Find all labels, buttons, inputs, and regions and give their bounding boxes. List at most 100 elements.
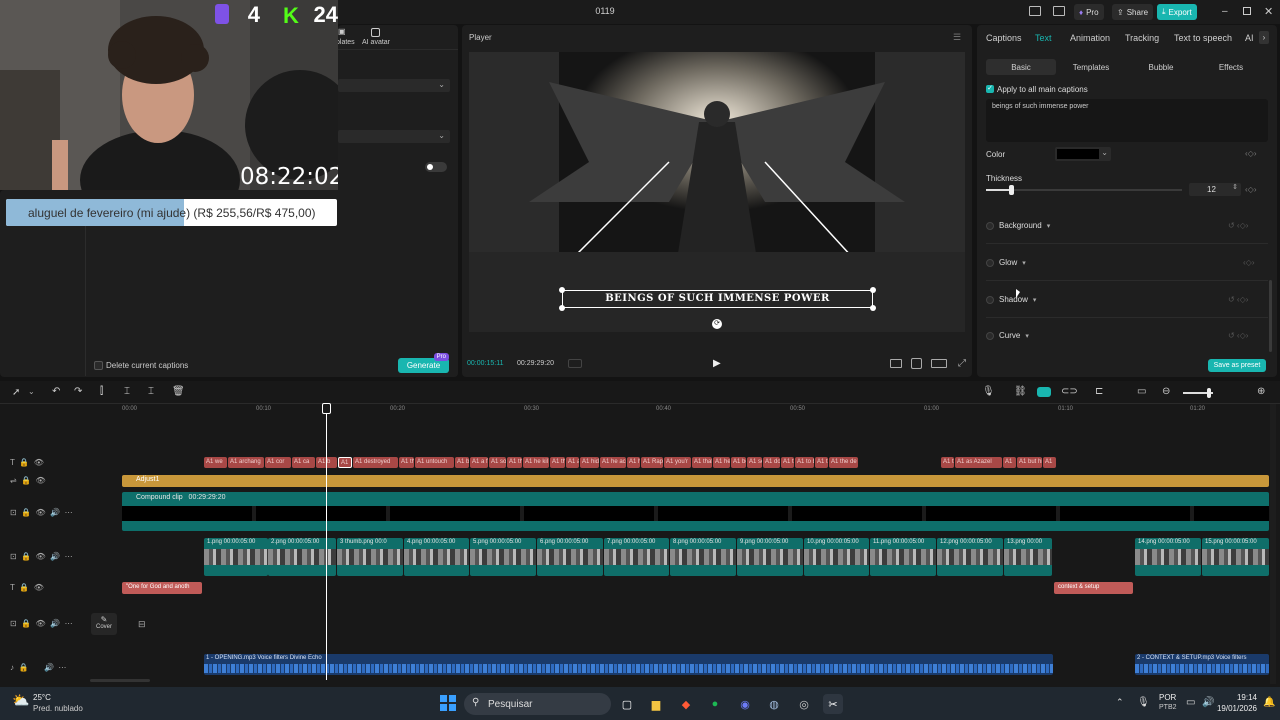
caption-clip[interactable]: A1 hid (580, 457, 599, 468)
network-icon[interactable]: ▭ (1186, 697, 1195, 708)
keyframe-icon[interactable]: ‹◇› (1243, 258, 1254, 267)
resize-handle[interactable] (559, 305, 565, 311)
shadow-checkbox[interactable] (986, 295, 994, 304)
caption-clip[interactable]: A1 untouch (415, 457, 454, 468)
close-icon[interactable]: ✕ (1264, 5, 1273, 18)
compound-track-controls[interactable]: ⊡ 🔒 👁 🔊 ⋯ (10, 508, 73, 517)
playhead[interactable] (322, 403, 331, 680)
timeline-scrollbar[interactable] (1270, 404, 1276, 684)
image-clip[interactable]: 6.png 00:00:05:00 (537, 538, 603, 576)
image-clip[interactable]: 12.png 00:00:05:00 (937, 538, 1003, 576)
cover-button[interactable]: ✎ Cover (91, 613, 117, 635)
caption-clip[interactable]: A1 a fi (470, 457, 488, 468)
image-clip[interactable]: 15.png 00:00:05:00 (1202, 538, 1269, 576)
caption-clip[interactable]: A1 th (815, 457, 828, 468)
glow-checkbox[interactable] (986, 258, 994, 267)
image-clip[interactable]: 11.png 00:00:05:00 (870, 538, 936, 576)
zoom-in-icon[interactable]: ⊕ (1257, 386, 1265, 397)
caption-clip[interactable]: A1 t (781, 457, 794, 468)
horizontal-scrollbar[interactable] (90, 679, 150, 682)
caption-clip[interactable]: A1 destroyed (353, 457, 398, 468)
caption-clip[interactable]: A1 (1043, 457, 1056, 468)
maximize-icon[interactable] (1243, 7, 1251, 15)
resize-handle[interactable] (870, 287, 876, 293)
link-icon[interactable]: ⛓ (1014, 386, 1027, 397)
curve-checkbox[interactable] (986, 331, 994, 340)
share-button[interactable]: ⇪ Share (1112, 4, 1154, 20)
player-menu-icon[interactable]: ☰ (953, 32, 961, 43)
tab-animation[interactable]: Animation (1070, 33, 1110, 43)
caption-clip[interactable]: A1 he acc (600, 457, 626, 468)
text-clip[interactable]: context & setup (1054, 582, 1133, 594)
generate-button[interactable]: Generate Pro (398, 353, 449, 373)
discord-icon[interactable]: ◉ (735, 694, 755, 714)
caption-clip[interactable]: A1 (1003, 457, 1016, 468)
fullres-icon[interactable] (890, 359, 902, 368)
image-clip[interactable]: 7.png 00:00:05:00 (604, 538, 669, 576)
audio-clip[interactable]: 1 - OPENING.mp3 Voice filters Divine Ech… (204, 654, 1053, 675)
caption-clip[interactable]: A1 we (204, 457, 227, 468)
image-clip[interactable]: 10.png 00:00:05:00 (804, 538, 869, 576)
apply-all-checkbox[interactable]: ✓ (986, 85, 994, 93)
compound-clip[interactable]: Compound clip 00:29:29:20 (122, 492, 1269, 531)
rotate-icon[interactable]: ⟳ (712, 319, 722, 329)
caption-track-icon[interactable]: ▭ (1137, 386, 1146, 397)
pro-badge[interactable]: ♦ Pro (1074, 4, 1104, 20)
section-shadow[interactable]: Shadow ▾ (986, 295, 1036, 304)
delete-icon[interactable]: 🗑 (172, 386, 185, 397)
caption-clip[interactable]: A1 the (507, 457, 522, 468)
taskbar-search[interactable]: ⚲ Pesquisar (464, 693, 611, 715)
reset-keyframe-icons[interactable]: ↺ ‹◇› (1228, 295, 1248, 304)
resize-handle[interactable] (559, 287, 565, 293)
image-clip[interactable]: 13.png 00:00 (1004, 538, 1052, 576)
color-picker[interactable]: ⌄ (1055, 147, 1111, 161)
image-clip[interactable]: 5.png 00:00:05:00 (470, 538, 536, 576)
caption-clip[interactable]: A1 as Azazel (955, 457, 1002, 468)
caption-clip[interactable]: A1 you'r (664, 457, 691, 468)
image-clip[interactable]: 9.png 00:00:05:00 (737, 538, 803, 576)
stepper-icon[interactable]: ⇕ (1232, 183, 1238, 191)
snapshot-icon[interactable] (911, 358, 922, 369)
caption-clip[interactable]: A1 Rap (641, 457, 663, 468)
undo-icon[interactable]: ↶ (52, 386, 60, 397)
microphone-tray-icon[interactable]: 🎙 (1137, 697, 1150, 708)
panel-scrollbar[interactable] (1269, 280, 1272, 352)
caption-clip[interactable]: A1 he b (713, 457, 730, 468)
adjust-track-controls[interactable]: ⇌ 🔒 👁 (10, 476, 46, 485)
subtab-basic[interactable]: Basic (986, 63, 1056, 72)
tab-tracking[interactable]: Tracking (1125, 33, 1159, 43)
select-tool-icon[interactable]: ➚ (12, 387, 20, 398)
panel-layout-icon[interactable] (1053, 6, 1065, 16)
zoom-slider[interactable] (1183, 388, 1213, 398)
split-right-icon[interactable]: ⌶ (148, 386, 154, 397)
steam-icon[interactable]: ◍ (764, 694, 784, 714)
tab-text[interactable]: Text (1035, 33, 1052, 43)
reset-keyframe-icons[interactable]: ↺ ‹◇› (1228, 331, 1248, 340)
thickness-input[interactable]: 12 ⇕ (1189, 183, 1241, 196)
tab-ai[interactable]: AI (1245, 33, 1254, 43)
caption-clip[interactable]: A1 th (399, 457, 414, 468)
caption-clip[interactable]: A1 he (627, 457, 640, 468)
section-background[interactable]: Background ▾ (986, 221, 1050, 230)
microphone-icon[interactable]: 🎙 (982, 386, 995, 397)
file-explorer-icon[interactable]: ▆ (646, 694, 666, 714)
split-left-icon[interactable]: ⌶ (124, 386, 130, 397)
resize-handle[interactable] (870, 305, 876, 311)
subtab-effects[interactable]: Effects (1198, 63, 1264, 72)
caption-clip[interactable]: A1 but hi (1017, 457, 1042, 468)
chevron-right-icon[interactable]: › (1259, 31, 1269, 44)
capcut-icon[interactable]: ✂ (823, 694, 843, 714)
image-track-controls[interactable]: ⊡ 🔒 👁 🔊 ⋯ (10, 552, 73, 561)
caption-clip[interactable]: A1 se (747, 457, 762, 468)
obs-icon[interactable]: ◎ (794, 694, 814, 714)
image-clip[interactable]: 4.png 00:00:05:00 (404, 538, 469, 576)
caption-selection-box[interactable]: BEINGS OF SUCH IMMENSE POWER (562, 290, 873, 308)
layout-icon[interactable] (1029, 6, 1041, 16)
subtab-bubble[interactable]: Bubble (1128, 63, 1194, 72)
section-curve[interactable]: Curve ▾ (986, 331, 1029, 340)
ratio-icon[interactable] (931, 359, 947, 368)
caption-clip[interactable]: A1 but (455, 457, 469, 468)
task-view-icon[interactable]: ▢ (617, 694, 637, 714)
play-icon[interactable]: ▶ (713, 358, 721, 369)
audio-track-controls[interactable]: ♪ 🔒 🔊 ⋯ (10, 663, 66, 672)
